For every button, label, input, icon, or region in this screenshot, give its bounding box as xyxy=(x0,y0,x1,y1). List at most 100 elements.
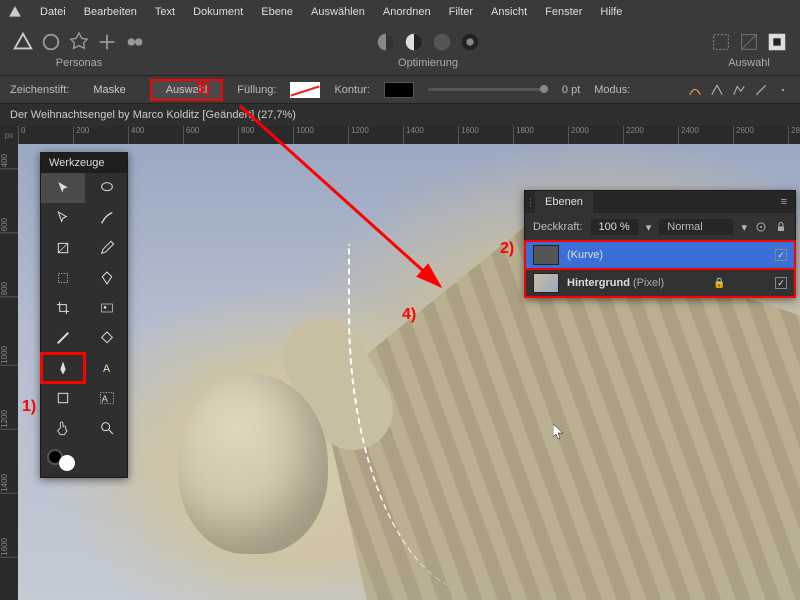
persona-toolbar: Personas Optimierung Auswahl xyxy=(0,24,800,76)
move-tool[interactable] xyxy=(41,173,85,203)
mouse-cursor-icon xyxy=(553,424,565,440)
panel-menu-icon[interactable]: ≡ xyxy=(773,196,795,208)
selection-button[interactable]: Auswahl xyxy=(150,79,224,101)
layer-visibility-checkbox[interactable]: ✓ xyxy=(775,249,787,261)
canvas-area: 4006008001000120014001600 Werkzeuge xyxy=(0,144,800,600)
stroke-width-slider[interactable] xyxy=(428,88,548,91)
persona-export-icon[interactable] xyxy=(68,31,90,53)
mode-label: Modus: xyxy=(594,84,630,96)
pen-tool[interactable] xyxy=(41,353,85,383)
blend-mode-select[interactable]: Normal xyxy=(659,219,733,235)
canvas[interactable]: Werkzeuge A A xyxy=(18,144,800,600)
stroke-label: Kontur: xyxy=(334,84,369,96)
image-head xyxy=(178,374,328,554)
tool-name-label: Zeichenstift: xyxy=(10,84,69,96)
persona-pixel-icon[interactable] xyxy=(40,31,62,53)
blend-dropdown-icon[interactable]: ▾ xyxy=(741,221,747,234)
contrast-icon[interactable] xyxy=(403,31,425,53)
lasso-tool[interactable] xyxy=(85,173,129,203)
corner-tool[interactable] xyxy=(41,233,85,263)
persona-tone-icon[interactable] xyxy=(124,31,146,53)
marquee-tool[interactable] xyxy=(41,263,85,293)
personas-label: Personas xyxy=(56,57,102,69)
zoom-tool[interactable] xyxy=(85,413,129,443)
brush-tool[interactable] xyxy=(85,203,129,233)
layer-name: (Kurve) xyxy=(567,249,603,261)
document-title: Der Weihnachtsengel by Marco Kolditz [Ge… xyxy=(10,109,296,121)
lock-icon: 🔒 xyxy=(713,278,725,289)
app-logo-icon xyxy=(8,5,22,19)
select-all-icon[interactable] xyxy=(710,31,732,53)
svg-text:A: A xyxy=(102,394,109,404)
menu-fenster[interactable]: Fenster xyxy=(545,6,582,18)
bg-color[interactable] xyxy=(59,455,75,471)
tools-panel: Werkzeuge A A xyxy=(40,152,128,478)
menu-auswaehlen[interactable]: Auswählen xyxy=(311,6,365,18)
svg-text:A: A xyxy=(103,363,111,375)
opacity-value[interactable]: 100 % xyxy=(591,219,638,235)
colors-icon[interactable] xyxy=(431,31,453,53)
menu-dokument[interactable]: Dokument xyxy=(193,6,243,18)
crop-tool[interactable] xyxy=(41,293,85,323)
context-toolbar: Zeichenstift: Maske Auswahl Füllung: Kon… xyxy=(0,76,800,104)
menu-ebene[interactable]: Ebene xyxy=(261,6,293,18)
fill-swatch[interactable] xyxy=(290,82,320,98)
flood-select-tool[interactable] xyxy=(85,263,129,293)
personas-group: Personas xyxy=(12,31,146,69)
stroke-swatch[interactable] xyxy=(384,82,414,98)
ruler-horizontal: px 0200400600800100012001400160018002000… xyxy=(0,126,800,144)
layers-tab[interactable]: Ebenen xyxy=(535,191,593,213)
layers-panel: ⋮⋮ Ebenen ≡ Deckkraft: 100 % ▾ Normal ▾ … xyxy=(524,190,796,298)
layer-thumbnail xyxy=(533,245,559,265)
menu-bar: Datei Bearbeiten Text Dokument Ebene Aus… xyxy=(0,0,800,24)
pan-tool[interactable] xyxy=(41,413,85,443)
wb-icon[interactable] xyxy=(459,31,481,53)
text-tool[interactable]: A xyxy=(85,353,129,383)
ruler-vertical: 4006008001000120014001600 xyxy=(0,144,18,600)
layer-hintergrund[interactable]: Hintergrund (Pixel) 🔒 ✓ xyxy=(525,269,795,297)
menu-text[interactable]: Text xyxy=(155,6,175,18)
menu-ansicht[interactable]: Ansicht xyxy=(491,6,527,18)
menu-anordnen[interactable]: Anordnen xyxy=(383,6,431,18)
menu-filter[interactable]: Filter xyxy=(449,6,473,18)
auswahl-group: Auswahl xyxy=(710,31,788,69)
pen-mode-icon[interactable] xyxy=(688,83,702,97)
layer-thumbnail xyxy=(533,273,559,293)
fill-label: Füllung: xyxy=(237,84,276,96)
line-mode-icon[interactable] xyxy=(754,83,768,97)
panel-grip-icon[interactable]: ⋮⋮ xyxy=(525,196,535,209)
menu-bearbeiten[interactable]: Bearbeiten xyxy=(84,6,137,18)
layer-name: Hintergrund xyxy=(567,277,630,289)
eyedropper-tool[interactable] xyxy=(85,233,129,263)
node-tool[interactable] xyxy=(41,203,85,233)
tools-panel-title: Werkzeuge xyxy=(41,153,127,173)
menu-hilfe[interactable]: Hilfe xyxy=(600,6,622,18)
opacity-dropdown-icon[interactable]: ▾ xyxy=(646,221,652,234)
shape-tool[interactable] xyxy=(41,383,85,413)
vector-brush-tool[interactable] xyxy=(41,323,85,353)
optimierung-label: Optimierung xyxy=(398,57,458,69)
layer-kurve[interactable]: (Kurve) ✓ xyxy=(525,241,795,269)
auswahl-label: Auswahl xyxy=(728,57,770,69)
invert-selection-icon[interactable] xyxy=(766,31,788,53)
polygon-mode-icon[interactable] xyxy=(732,83,746,97)
smart-mode-icon[interactable] xyxy=(710,83,724,97)
layer-fx-icon[interactable] xyxy=(755,221,767,233)
deselect-icon[interactable] xyxy=(738,31,760,53)
layer-lock-icon[interactable] xyxy=(775,221,787,233)
place-tool[interactable] xyxy=(85,293,129,323)
levels-icon[interactable] xyxy=(375,31,397,53)
text-frame-tool[interactable]: A xyxy=(85,383,129,413)
layer-visibility-checkbox[interactable]: ✓ xyxy=(775,277,787,289)
persona-designer-icon[interactable] xyxy=(12,31,34,53)
fill-tool[interactable] xyxy=(85,323,129,353)
ruler-unit: px xyxy=(0,126,18,144)
mask-button[interactable]: Maske xyxy=(83,81,135,99)
document-tab[interactable]: Der Weihnachtsengel by Marco Kolditz [Ge… xyxy=(0,104,800,126)
color-wells[interactable] xyxy=(41,443,127,477)
persona-liquify-icon[interactable] xyxy=(96,31,118,53)
stroke-width-value: 0 pt xyxy=(562,84,580,96)
opacity-label: Deckkraft: xyxy=(533,221,583,233)
curve-mode-icon[interactable] xyxy=(776,83,790,97)
menu-datei[interactable]: Datei xyxy=(40,6,66,18)
